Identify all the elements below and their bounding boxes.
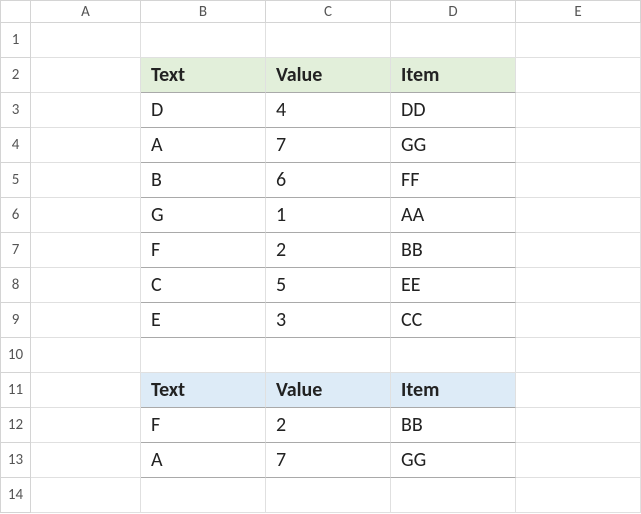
table1-cell[interactable]: 4 xyxy=(266,93,391,128)
table1-cell[interactable]: AA xyxy=(391,198,516,233)
col-header-A[interactable]: A xyxy=(31,1,141,23)
table1-cell[interactable]: CC xyxy=(391,303,516,338)
table1-cell[interactable]: D xyxy=(141,93,266,128)
table1-cell[interactable]: GG xyxy=(391,128,516,163)
col-header-B[interactable]: B xyxy=(141,1,266,23)
cell-A6[interactable] xyxy=(31,198,141,233)
table2-cell[interactable]: 7 xyxy=(266,443,391,478)
cell-E1[interactable] xyxy=(516,23,641,58)
row-header-1[interactable]: 1 xyxy=(1,23,31,58)
cell-E6[interactable] xyxy=(516,198,641,233)
row-header-8[interactable]: 8 xyxy=(1,268,31,303)
spreadsheet-grid[interactable]: A B C D E 1 2 Text Value Item 3 D 4 DD 4… xyxy=(0,0,641,513)
cell-A2[interactable] xyxy=(31,58,141,93)
col-header-D[interactable]: D xyxy=(391,1,516,23)
row-header-14[interactable]: 14 xyxy=(1,478,31,513)
cell-E2[interactable] xyxy=(516,58,641,93)
table1-cell[interactable]: DD xyxy=(391,93,516,128)
table1-cell[interactable]: A xyxy=(141,128,266,163)
cell-D10[interactable] xyxy=(391,338,516,373)
cell-E8[interactable] xyxy=(516,268,641,303)
table2-header-text[interactable]: Text xyxy=(141,373,266,408)
cell-A10[interactable] xyxy=(31,338,141,373)
cell-B1[interactable] xyxy=(141,23,266,58)
row-header-2[interactable]: 2 xyxy=(1,58,31,93)
table1-cell[interactable]: 1 xyxy=(266,198,391,233)
table1-cell[interactable]: C xyxy=(141,268,266,303)
cell-D1[interactable] xyxy=(391,23,516,58)
cell-E3[interactable] xyxy=(516,93,641,128)
table2-cell[interactable]: 2 xyxy=(266,408,391,443)
row-header-6[interactable]: 6 xyxy=(1,198,31,233)
cell-E11[interactable] xyxy=(516,373,641,408)
corner-cell[interactable] xyxy=(1,1,31,23)
row-header-3[interactable]: 3 xyxy=(1,93,31,128)
table1-header-text[interactable]: Text xyxy=(141,58,266,93)
cell-A8[interactable] xyxy=(31,268,141,303)
table1-cell[interactable]: 3 xyxy=(266,303,391,338)
table1-cell[interactable]: E xyxy=(141,303,266,338)
cell-A9[interactable] xyxy=(31,303,141,338)
row-header-9[interactable]: 9 xyxy=(1,303,31,338)
row-header-7[interactable]: 7 xyxy=(1,233,31,268)
cell-E14[interactable] xyxy=(516,478,641,513)
cell-E7[interactable] xyxy=(516,233,641,268)
col-header-E[interactable]: E xyxy=(516,1,641,23)
cell-C1[interactable] xyxy=(266,23,391,58)
cell-A4[interactable] xyxy=(31,128,141,163)
cell-A11[interactable] xyxy=(31,373,141,408)
cell-E4[interactable] xyxy=(516,128,641,163)
cell-A5[interactable] xyxy=(31,163,141,198)
cell-C10[interactable] xyxy=(266,338,391,373)
row-header-12[interactable]: 12 xyxy=(1,408,31,443)
table1-cell[interactable]: 7 xyxy=(266,128,391,163)
table2-cell[interactable]: GG xyxy=(391,443,516,478)
cell-A13[interactable] xyxy=(31,443,141,478)
table1-cell[interactable]: 5 xyxy=(266,268,391,303)
col-header-C[interactable]: C xyxy=(266,1,391,23)
table2-cell[interactable]: BB xyxy=(391,408,516,443)
cell-C14[interactable] xyxy=(266,478,391,513)
row-header-4[interactable]: 4 xyxy=(1,128,31,163)
cell-A14[interactable] xyxy=(31,478,141,513)
cell-D14[interactable] xyxy=(391,478,516,513)
cell-A7[interactable] xyxy=(31,233,141,268)
table1-cell[interactable]: G xyxy=(141,198,266,233)
cell-A12[interactable] xyxy=(31,408,141,443)
table1-cell[interactable]: 6 xyxy=(266,163,391,198)
table1-cell[interactable]: B xyxy=(141,163,266,198)
table1-cell[interactable]: EE xyxy=(391,268,516,303)
cell-A3[interactable] xyxy=(31,93,141,128)
table1-cell[interactable]: BB xyxy=(391,233,516,268)
row-header-13[interactable]: 13 xyxy=(1,443,31,478)
cell-B10[interactable] xyxy=(141,338,266,373)
cell-E10[interactable] xyxy=(516,338,641,373)
cell-B14[interactable] xyxy=(141,478,266,513)
table1-cell[interactable]: F xyxy=(141,233,266,268)
table2-header-item[interactable]: Item xyxy=(391,373,516,408)
row-header-10[interactable]: 10 xyxy=(1,338,31,373)
table1-header-item[interactable]: Item xyxy=(391,58,516,93)
row-header-5[interactable]: 5 xyxy=(1,163,31,198)
cell-E9[interactable] xyxy=(516,303,641,338)
row-header-11[interactable]: 11 xyxy=(1,373,31,408)
table1-cell[interactable]: FF xyxy=(391,163,516,198)
cell-E5[interactable] xyxy=(516,163,641,198)
cell-E12[interactable] xyxy=(516,408,641,443)
table2-header-value[interactable]: Value xyxy=(266,373,391,408)
cell-E13[interactable] xyxy=(516,443,641,478)
table2-cell[interactable]: A xyxy=(141,443,266,478)
table1-cell[interactable]: 2 xyxy=(266,233,391,268)
table1-header-value[interactable]: Value xyxy=(266,58,391,93)
table2-cell[interactable]: F xyxy=(141,408,266,443)
cell-A1[interactable] xyxy=(31,23,141,58)
